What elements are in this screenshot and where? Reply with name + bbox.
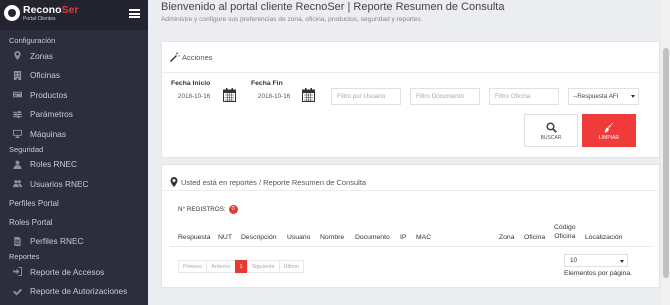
filtro-documento-input[interactable]	[410, 88, 480, 105]
caret-down-icon	[620, 259, 624, 263]
col-nombre[interactable]: Nombre	[320, 234, 344, 241]
search-icon	[545, 122, 557, 133]
buscar-button[interactable]: BUSCAR	[524, 114, 578, 147]
pagination: Primero Anterior 1 Siguiente Último	[178, 260, 305, 273]
registros-label: N° REGISTROS:	[178, 206, 226, 213]
limpiar-button[interactable]: LIMPIAR	[582, 114, 636, 147]
sidebar-item-parametros[interactable]: Parámetros	[0, 105, 148, 125]
col-localizacion[interactable]: Localización	[585, 234, 622, 241]
check-icon	[12, 286, 22, 296]
registros-badge: 0	[228, 205, 238, 214]
breadcrumb-text: Usted está en reportes / Reporte Resumen…	[181, 177, 367, 187]
sidebar-section-reportes: Reportes	[9, 252, 40, 261]
magic-wand-icon	[170, 52, 180, 62]
col-usuario[interactable]: Usuario	[287, 234, 310, 241]
monitor-icon	[12, 129, 22, 139]
user-icon	[12, 159, 22, 169]
calendar-icon[interactable]	[302, 88, 315, 102]
brand-subtitle: Portal Clientes	[23, 15, 56, 22]
map-marker-icon	[170, 177, 178, 187]
buscar-label: BUSCAR	[540, 135, 562, 141]
sidebar-item-perfiles-portal[interactable]: Perfiles Portal	[0, 194, 148, 213]
sidebar-item-productos[interactable]: Productos	[0, 85, 148, 105]
logo-icon	[4, 5, 20, 22]
page-title: Bienvenido al portal cliente RecnoSer | …	[161, 1, 505, 13]
page-subtitle: Administre y configure sus preferencias …	[161, 16, 423, 23]
fecha-fin-label: Fecha Fin	[251, 80, 283, 87]
sidebar-item-perfiles-rnec[interactable]: Perfiles RNEC	[0, 232, 148, 252]
scrollbar-thumb[interactable]	[663, 48, 669, 278]
limpiar-label: LIMPIAR	[598, 135, 619, 141]
col-oficina[interactable]: Oficina	[524, 234, 545, 241]
per-page-label: Elementos por página.	[564, 270, 633, 277]
calendar-icon[interactable]	[223, 88, 236, 102]
main-content: Bienvenido al portal cliente RecnoSer | …	[148, 0, 670, 305]
col-codigo-oficina[interactable]: Código Oficina	[554, 223, 576, 241]
col-mac[interactable]: MAC	[416, 234, 431, 241]
fecha-inicio-label: Fecha Inicio	[171, 80, 211, 87]
sidebar-item-reporte-autorizaciones[interactable]: Reporte de Autorizaciones	[0, 282, 148, 302]
pager-prev[interactable]: Anterior	[206, 260, 236, 273]
building-icon	[12, 70, 22, 80]
per-page-value: 10	[570, 257, 578, 264]
pager-first[interactable]: Primero	[178, 260, 208, 273]
breadcrumb: Usted está en reportes / Reporte Resumen…	[169, 177, 366, 187]
brand-logo[interactable]: ReconoSer Portal Clientes	[4, 5, 78, 22]
col-documento[interactable]: Documento	[355, 234, 390, 241]
divider	[162, 72, 659, 73]
reporte-panel: Usted está en reportes / Reporte Resumen…	[161, 164, 660, 288]
registros-count: N° REGISTROS: 0	[178, 205, 238, 214]
credit-card-icon	[12, 90, 22, 100]
col-zona[interactable]: Zona	[499, 234, 515, 241]
users-icon	[12, 179, 22, 189]
sidebar-section-configuracion: Configuración	[9, 36, 56, 45]
caret-down-icon	[631, 95, 635, 98]
divider	[162, 190, 659, 191]
sidebar-section-seguridad: Seguridad	[9, 144, 44, 154]
filtro-oficina-input[interactable]	[489, 88, 559, 105]
sidebar-item-zonas[interactable]: Zonas	[0, 46, 148, 66]
sidebar-item-usuarios-rnec[interactable]: Usuarios RNEC	[0, 174, 148, 194]
sidebar-item-roles-portal[interactable]: Roles Portal	[0, 213, 148, 232]
brand-name: ReconoSer	[23, 4, 79, 16]
sliders-icon	[12, 109, 22, 119]
sidebar-item-maquinas[interactable]: Máquinas	[0, 124, 148, 144]
respuesta-afi-value: --Respuesta AFI	[573, 93, 619, 100]
per-page-select[interactable]: 10	[564, 254, 628, 267]
map-marker-icon	[12, 51, 22, 61]
brush-icon	[604, 122, 614, 133]
sidebar-item-reporte-accesos[interactable]: Reporte de Accesos	[0, 262, 148, 282]
sidebar: ReconoSer Portal Clientes Configuración …	[0, 0, 148, 305]
sidebar-item-oficinas[interactable]: Oficinas	[0, 66, 148, 86]
col-respuesta[interactable]: Respuesta	[178, 234, 211, 241]
fecha-fin-input[interactable]	[251, 88, 301, 105]
file-icon	[12, 236, 22, 246]
pager-next[interactable]: Siguiente	[246, 260, 280, 273]
col-nut[interactable]: NUT	[218, 234, 232, 241]
acciones-header: Acciones	[170, 52, 212, 62]
acciones-title: Acciones	[182, 52, 213, 62]
menu-toggle-icon[interactable]	[129, 9, 140, 18]
pager-last[interactable]: Último	[278, 260, 305, 273]
sidebar-header: ReconoSer Portal Clientes	[0, 0, 148, 30]
sign-in-icon	[12, 267, 22, 277]
respuesta-afi-select[interactable]: --Respuesta AFI	[568, 88, 639, 105]
table-divider	[170, 246, 651, 247]
sidebar-item-roles-rnec[interactable]: Roles RNEC	[0, 155, 148, 175]
fecha-inicio-input[interactable]	[171, 88, 221, 105]
filtro-usuario-input[interactable]	[331, 88, 401, 105]
col-descripcion[interactable]: Descripción	[241, 234, 277, 241]
col-ip[interactable]: IP	[400, 234, 406, 241]
acciones-panel: Acciones Fecha Inicio Fecha Fin --Respue…	[161, 41, 660, 158]
scrollbar[interactable]	[662, 0, 670, 305]
